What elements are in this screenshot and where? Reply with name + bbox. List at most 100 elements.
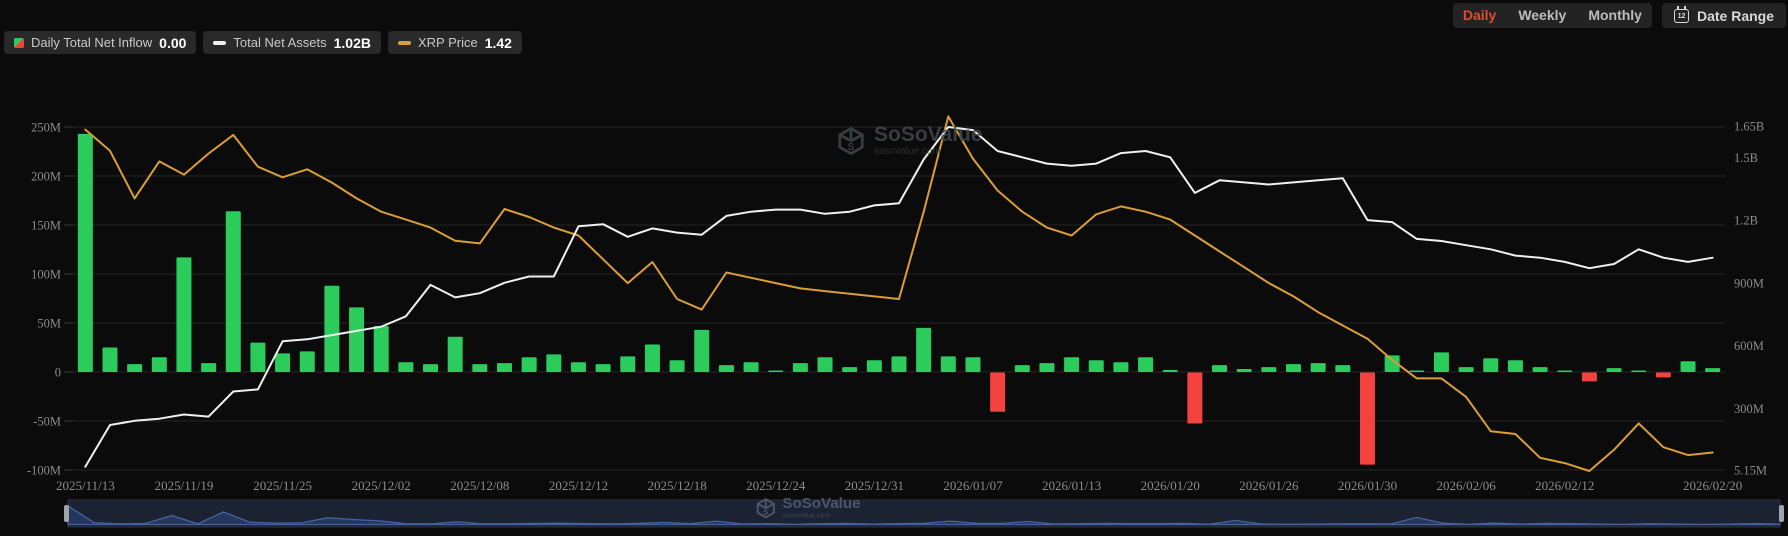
x-axis-date-label: 2025/12/02 [352,478,411,493]
inflow-bar [1681,361,1696,372]
inflow-bar [965,357,980,372]
inflow-bar [1187,373,1202,424]
inflow-bar [1089,360,1104,372]
x-axis-date-label: 2026/02/12 [1535,478,1594,493]
x-axis-date-label: 2026/01/13 [1042,478,1101,493]
left-axis-label: 200M [31,170,61,184]
right-axis-label: 900M [1734,276,1764,290]
inflow-bar [1705,368,1720,372]
inflow-bar [324,286,339,372]
inflow-bar [1237,369,1252,372]
inflow-bar [1163,370,1178,372]
inflow-bar [1360,373,1375,465]
inflow-bar [645,345,660,372]
main-chart-canvas[interactable]: 250M 200M 150M 100M 50M 0 -50M -100M 1.65B 1.5B 1.… [0,0,1788,536]
inflow-bar [1335,365,1350,372]
inflow-bar [620,356,635,372]
left-axis-label: -100M [27,464,61,478]
inflow-bar [250,343,265,372]
x-axis-date-label: 2025/11/25 [253,478,312,493]
right-axis-label: 600M [1734,339,1764,353]
inflow-bar [423,364,438,372]
inflow-bar [546,354,561,372]
inflow-bar [768,371,783,373]
inflow-bar [448,337,463,372]
inflow-bar [818,357,833,372]
left-axis-label: -50M [33,415,61,429]
inflow-bar [1656,373,1671,378]
inflow-bar [152,357,167,372]
inflow-bar [349,307,364,372]
inflow-bar [990,373,1005,412]
x-axis-date-label: 2025/12/08 [450,478,509,493]
inflow-bar [867,360,882,372]
x-axis-date-label: 2025/12/18 [647,478,706,493]
inflow-bar [1113,362,1128,372]
inflow-bar [497,363,512,372]
right-axis-label: 5.15M [1734,463,1767,477]
x-axis-date-label: 2025/11/13 [56,478,115,493]
inflow-bar [1483,358,1498,372]
inflow-bar [571,362,586,372]
inflow-bar [596,364,611,372]
inflow-bar [472,364,487,372]
inflow-bar [1212,365,1227,372]
inflow-bar [1557,371,1572,373]
inflow-bar [176,257,191,372]
inflow-bar [226,211,241,372]
inflow-bar [1286,364,1301,372]
inflow-bar [300,351,315,372]
x-axis-date-label: 2026/01/07 [943,478,1003,493]
inflow-bar [398,362,413,372]
inflow-bar [1138,357,1153,372]
inflow-bar [916,328,931,372]
left-axis-label: 50M [37,317,61,331]
x-axis-date-label: 2026/02/20 [1683,478,1742,493]
inflow-bar [102,348,117,373]
inflow-bar [670,360,685,372]
inflow-bar [1631,371,1646,373]
left-axis-label: 0 [55,366,61,380]
inflow-bar [201,363,216,372]
inflow-bar [1015,365,1030,372]
inflow-bar [275,353,290,372]
x-axis-date-label: 2026/01/30 [1338,478,1397,493]
left-axis-label: 250M [31,121,61,135]
inflow-bar [719,365,734,372]
inflow-bar [842,367,857,372]
x-axis-date-label: 2025/11/19 [155,478,214,493]
datazoom-left-handle[interactable] [64,505,69,522]
inflow-bar [1409,371,1424,373]
inflow-bar [1064,357,1079,372]
x-axis-date-label: 2025/12/31 [845,478,904,493]
inflow-bar [941,356,956,372]
inflow-bar [374,326,389,372]
inflow-bar [1508,360,1523,372]
left-axis-label: 100M [31,268,61,282]
inflow-bar [78,134,93,372]
inflow-bar [522,357,537,372]
x-axis-date-label: 2025/12/12 [549,478,608,493]
inflow-bar [1311,363,1326,372]
x-axis-date-label: 2025/12/24 [746,478,806,493]
right-axis-label: 1.65B [1734,119,1764,133]
inflow-bar [793,363,808,372]
inflow-bar [1459,367,1474,372]
inflow-bar [892,356,907,372]
right-axis-label: 1.5B [1734,151,1758,165]
datazoom-right-handle[interactable] [1779,505,1784,522]
right-axis-label: 1.2B [1734,214,1758,228]
x-axis-date-label: 2026/01/20 [1141,478,1200,493]
inflow-bar [694,330,709,372]
inflow-bar [1261,367,1276,372]
inflow-bar [1533,367,1548,372]
left-axis-label: 150M [31,219,61,233]
inflow-bar [1607,368,1622,372]
x-axis-date-label: 2026/01/26 [1239,478,1299,493]
x-axis-date-label: 2026/02/06 [1436,478,1496,493]
inflow-bar [127,364,142,372]
inflow-bar [744,362,759,372]
inflow-bar [1434,352,1449,372]
right-axis-label: 300M [1734,402,1764,416]
xrp-etf-chart-widget: Daily Weekly Monthly 12 Date Range Daily… [0,0,1788,536]
